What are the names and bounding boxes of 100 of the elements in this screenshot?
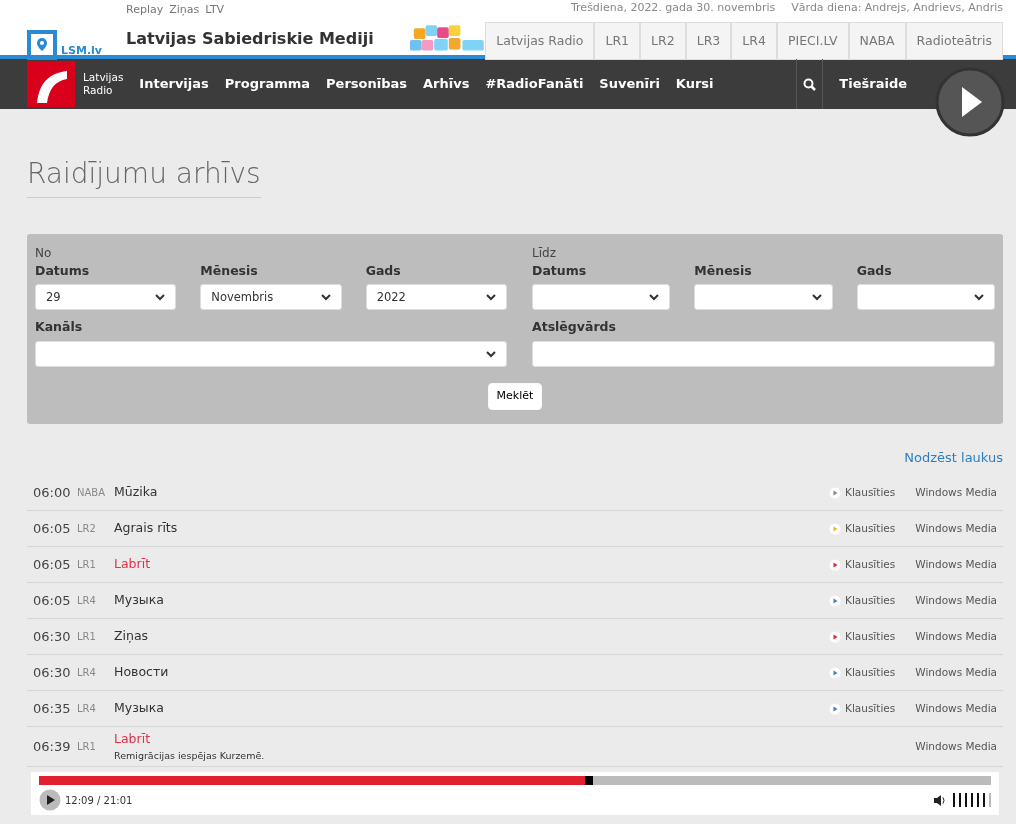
field-label: Mēnesis xyxy=(200,261,259,280)
clear-fields-link[interactable]: Nodzēst laukus xyxy=(904,449,1003,465)
field-label: Datums xyxy=(532,261,588,280)
play-icon xyxy=(829,486,841,499)
nav-link[interactable]: Kursi xyxy=(675,74,714,94)
nav-link[interactable]: #RadioFanāti xyxy=(485,74,584,94)
media-link[interactable]: Windows Media xyxy=(915,628,997,645)
field-label: Gads xyxy=(365,261,402,280)
date-text: Trešdiena, 2022. gada 30. novembris xyxy=(571,0,776,16)
play-icon xyxy=(829,594,841,607)
listen-link[interactable]: Klausīties xyxy=(845,592,896,609)
program-title[interactable]: Музыка xyxy=(114,591,164,610)
play-button[interactable] xyxy=(935,67,1005,137)
time-text: 06:05 xyxy=(33,555,72,574)
listen-link[interactable]: Klausīties xyxy=(845,484,896,501)
channel-text: LR4 xyxy=(77,594,97,609)
select-field[interactable] xyxy=(532,284,671,311)
keyword-field[interactable] xyxy=(532,341,995,368)
chevron-down-icon xyxy=(155,293,166,301)
media-link[interactable]: Windows Media xyxy=(915,592,997,609)
progress-track[interactable] xyxy=(39,776,991,786)
program-title[interactable]: Ziņas xyxy=(114,627,149,646)
volume-slider[interactable] xyxy=(953,793,991,808)
select-field[interactable]: 29 xyxy=(35,284,177,311)
channel-text: NABA xyxy=(77,486,107,501)
select-field[interactable] xyxy=(694,284,833,311)
chevron-down-icon xyxy=(649,293,660,301)
channel-text: LR4 xyxy=(77,702,97,717)
nav-link[interactable]: Intervijas xyxy=(139,74,209,94)
time-text: 06:05 xyxy=(33,591,72,610)
search-button[interactable]: Meklēt xyxy=(487,383,543,410)
listen-link[interactable]: Klausīties xyxy=(845,664,896,681)
program-title[interactable]: Новости xyxy=(114,663,169,682)
playback-time: 12:09 / 21:01 xyxy=(65,793,133,808)
listen-link[interactable]: Klausīties xyxy=(845,628,896,645)
name-day-text: Vārda diena: Andrejs, Andrievs, Andris xyxy=(791,0,1003,16)
chevron-down-icon xyxy=(486,350,496,358)
media-link[interactable]: Windows Media xyxy=(915,700,997,717)
channel-tab[interactable]: NABA xyxy=(848,21,906,60)
nav-link[interactable]: Programma xyxy=(224,74,311,94)
time-text: 06:30 xyxy=(33,663,72,682)
chevron-down-icon xyxy=(811,293,822,301)
play-icon xyxy=(829,630,841,643)
brand-text: Latvijas xyxy=(83,71,124,84)
time-text: 06:05 xyxy=(33,519,72,538)
site-title: Latvijas Sabiedriskie Mediji xyxy=(126,27,375,50)
channel-text: LR1 xyxy=(77,740,97,755)
channel-tab[interactable]: LR1 xyxy=(594,21,641,60)
field-label: Kanāls xyxy=(35,318,84,337)
select-field[interactable] xyxy=(35,341,507,368)
channel-tab[interactable]: Latvijas Radio xyxy=(485,21,595,60)
nav-link[interactable]: Personības xyxy=(326,74,407,94)
channel-text: LR1 xyxy=(77,558,97,573)
top-link[interactable]: LTV xyxy=(205,3,225,16)
channel-text: LR1 xyxy=(77,630,97,645)
program-title[interactable]: Labrīt xyxy=(114,555,151,574)
program-title[interactable]: Mūzika xyxy=(114,483,158,502)
channel-text: LR4 xyxy=(77,666,97,681)
media-link[interactable]: Windows Media xyxy=(915,484,997,501)
channel-text: LR2 xyxy=(77,522,97,537)
channel-tab[interactable]: LR2 xyxy=(640,21,686,60)
media-link[interactable]: Windows Media xyxy=(915,520,997,537)
volume-icon xyxy=(933,793,945,807)
page-title: Raidījumu arhīvs xyxy=(27,157,261,198)
field-label: Atslēgvārds xyxy=(532,318,617,337)
field-label: Mēnesis xyxy=(694,261,753,280)
play-icon xyxy=(829,522,841,535)
listen-link[interactable]: Klausīties xyxy=(845,556,896,573)
chevron-down-icon xyxy=(320,293,331,301)
program-title[interactable]: Labrīt xyxy=(114,730,265,749)
field-label: Gads xyxy=(856,261,893,280)
nav-link[interactable]: Arhīvs xyxy=(423,74,470,94)
nav-link[interactable]: Suvenīri xyxy=(599,74,660,94)
range-label: No xyxy=(35,244,53,262)
chevron-down-icon xyxy=(974,293,984,301)
play-button[interactable] xyxy=(39,789,61,812)
channel-tab[interactable]: LR3 xyxy=(685,21,732,60)
search-icon xyxy=(803,77,817,91)
progress-thumb[interactable] xyxy=(585,776,594,786)
channel-tab[interactable]: PIECI.LV xyxy=(776,21,849,60)
listen-link[interactable]: Klausīties xyxy=(845,520,896,537)
media-link[interactable]: Windows Media xyxy=(915,556,997,573)
brand-text: Radio xyxy=(83,84,114,97)
top-link[interactable]: Ziņas xyxy=(169,3,200,16)
select-field[interactable] xyxy=(856,284,995,311)
listen-link[interactable]: Klausīties xyxy=(845,700,896,717)
select-field[interactable]: 2022 xyxy=(365,284,507,311)
select-field[interactable]: Novembris xyxy=(200,284,342,311)
play-icon xyxy=(829,702,841,715)
time-text: 06:39 xyxy=(33,737,72,756)
program-title[interactable]: Музыка xyxy=(114,699,164,718)
live-link[interactable]: Tiešraide xyxy=(839,74,907,94)
media-link[interactable]: Windows Media xyxy=(915,738,997,755)
time-text: 06:35 xyxy=(33,699,72,718)
media-link[interactable]: Windows Media xyxy=(915,664,997,681)
top-link[interactable]: Replay xyxy=(126,3,164,16)
channel-tab[interactable]: Radioteātris xyxy=(905,21,1003,60)
channel-tab[interactable]: LR4 xyxy=(731,21,777,60)
time-text: 06:00 xyxy=(33,483,72,502)
program-title[interactable]: Agrais rīts xyxy=(114,519,178,538)
